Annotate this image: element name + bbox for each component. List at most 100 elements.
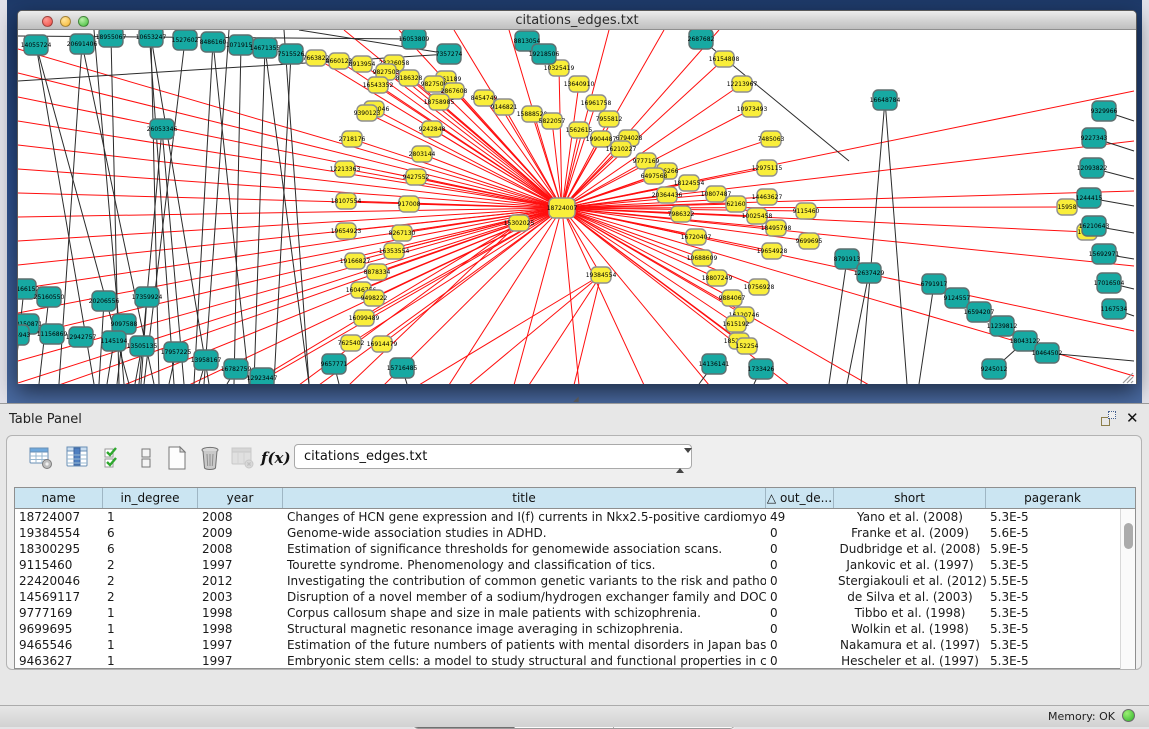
graph-node[interactable]: 9657771 (321, 354, 348, 374)
network-canvas[interactable]: 1872400776638228660123891395423226058982… (18, 30, 1136, 384)
citation-edge-black[interactable] (234, 45, 241, 384)
graph-node[interactable]: 18724007 (547, 198, 578, 218)
citation-edge-red[interactable] (469, 275, 601, 384)
citation-edge-black[interactable] (194, 42, 213, 384)
table-scrollbar[interactable] (1120, 509, 1135, 669)
graph-node[interactable]: 1527602 (172, 30, 199, 50)
graph-node[interactable]: 6791917 (921, 274, 948, 294)
graph-node[interactable]: 13505135 (127, 336, 158, 356)
graph-node[interactable]: 11156869 (37, 324, 68, 344)
citation-edge-red[interactable] (18, 169, 562, 208)
table-settings-icon[interactable] (27, 444, 55, 472)
graph-node[interactable]: 9427552 (403, 169, 430, 185)
graph-node[interactable]: 2803144 (409, 146, 436, 162)
column-header-title[interactable]: title (283, 488, 766, 508)
graph-node[interactable]: 15692971 (1089, 244, 1120, 264)
graph-node[interactable]: 19166827 (340, 253, 371, 269)
citation-edge-black[interactable] (829, 259, 847, 384)
table-row[interactable]: 2242004622012Investigating the contribut… (15, 573, 1119, 589)
graph-node[interactable]: 6497568 (641, 168, 668, 184)
graph-node[interactable]: 9884067 (719, 290, 746, 306)
float-panel-icon[interactable] (1101, 411, 1116, 426)
graph-node[interactable]: 12213967 (727, 76, 758, 92)
graph-node[interactable]: 9777169 (633, 153, 660, 169)
graph-node[interactable]: 1244415 (1076, 188, 1103, 208)
graph-node[interactable]: 5822057 (539, 113, 566, 129)
graph-node[interactable]: 8878334 (364, 264, 391, 280)
column-select-icon[interactable] (64, 444, 92, 472)
graph-node[interactable]: 12942757 (66, 327, 97, 347)
citation-edge-red[interactable] (562, 191, 1134, 208)
graph-node[interactable]: 9146821 (491, 99, 518, 115)
citation-edge-black[interactable] (254, 48, 265, 384)
graph-node[interactable]: 15958 (1057, 199, 1077, 215)
graph-node[interactable]: 10653247 (136, 30, 167, 47)
graph-node[interactable]: 7357274 (436, 44, 463, 64)
graph-node[interactable]: 2718176 (339, 131, 366, 147)
graph-node[interactable]: 13640910 (564, 76, 595, 92)
graph-node[interactable]: 9245012 (981, 359, 1008, 379)
table-row[interactable]: 911546021997Tourette syndrome. Phenomeno… (15, 557, 1119, 573)
table-row[interactable]: 1938455462009Genome-wide association stu… (15, 525, 1119, 541)
network-window-titlebar[interactable]: citations_edges.txt (18, 11, 1136, 30)
graph-node[interactable]: 8186328 (396, 70, 423, 86)
graph-node[interactable]: 16210643 (1079, 216, 1110, 236)
graph-node[interactable]: 20206556 (89, 291, 120, 311)
graph-node[interactable]: 12093822 (1077, 158, 1108, 178)
graph-node[interactable]: 1733426 (748, 359, 775, 379)
citation-edge-black[interactable] (919, 284, 934, 384)
graph-node[interactable]: 14055724 (21, 35, 52, 55)
graph-node[interactable]: 12975115 (752, 160, 783, 176)
graph-node[interactable]: 7485063 (758, 131, 785, 147)
graph-node[interactable]: 16053809 (399, 30, 430, 49)
graph-node[interactable]: 17957225 (161, 342, 192, 362)
graph-node[interactable]: 9242848 (419, 121, 446, 137)
graph-node[interactable]: 18955067 (96, 30, 127, 47)
panel-divider-handle[interactable]: ◢ (570, 396, 582, 403)
graph-node[interactable]: 13958167 (191, 350, 222, 370)
graph-node[interactable]: 8486160 (200, 32, 227, 52)
citation-edge-red[interactable] (574, 275, 601, 384)
graph-node[interactable]: 2687682 (688, 30, 715, 49)
graph-node[interactable]: 12923447 (247, 368, 278, 384)
column-header-name[interactable]: name (15, 488, 103, 508)
graph-node[interactable]: 9390123 (354, 105, 381, 121)
column-header-out-de-[interactable]: △ out_de... (766, 488, 834, 508)
graph-node[interactable]: 152254 (736, 338, 759, 354)
graph-node[interactable]: 19218506 (529, 44, 560, 64)
graph-node[interactable]: 12637429 (854, 263, 885, 283)
graph-node[interactable]: 9124557 (944, 288, 971, 308)
graph-node[interactable]: 10464502 (1032, 343, 1063, 363)
graph-node[interactable]: 16154808 (709, 51, 740, 67)
graph-node[interactable]: 62160 (726, 196, 746, 212)
graph-node[interactable]: 14671355 (250, 38, 281, 58)
graph-node[interactable]: 17016504 (1094, 273, 1125, 293)
graph-node[interactable]: 26053346 (147, 119, 178, 139)
graph-node[interactable]: 16961758 (581, 95, 612, 111)
graph-node[interactable]: 16648784 (870, 90, 901, 110)
graph-node[interactable]: 18107554 (331, 193, 362, 209)
graph-node[interactable]: 7625402 (338, 335, 365, 351)
row-height-icon[interactable] (133, 444, 161, 472)
graph-node[interactable]: 3915943 (18, 325, 31, 345)
citation-edge-black[interactable] (149, 30, 174, 384)
graph-node[interactable]: 9498222 (361, 290, 388, 306)
citation-edge-black[interactable] (284, 30, 309, 384)
graph-node[interactable]: 9329966 (1091, 101, 1118, 121)
graph-node[interactable]: 10756928 (744, 279, 775, 295)
citation-edge-black[interactable] (265, 48, 309, 384)
graph-node[interactable]: 17359924 (132, 287, 163, 307)
delete-table-icon[interactable] (196, 444, 224, 472)
graph-node[interactable]: 16720407 (681, 229, 712, 245)
graph-node[interactable]: 8913954 (349, 56, 376, 72)
graph-node[interactable]: 9227343 (1081, 128, 1108, 148)
citation-edge-black[interactable] (274, 54, 291, 384)
table-row[interactable]: 1456911722003Disruption of a novel membe… (15, 589, 1119, 605)
table-row[interactable]: 1830029562008Estimation of significance … (15, 541, 1119, 557)
close-panel-icon[interactable]: ✕ (1126, 409, 1139, 427)
graph-node[interactable]: 15716485 (387, 358, 418, 378)
graph-node[interactable]: 14136141 (699, 354, 730, 374)
citation-edge-black[interactable] (861, 100, 885, 384)
graph-node[interactable]: 1615192 (723, 316, 750, 332)
citation-edge-red[interactable] (562, 208, 644, 384)
